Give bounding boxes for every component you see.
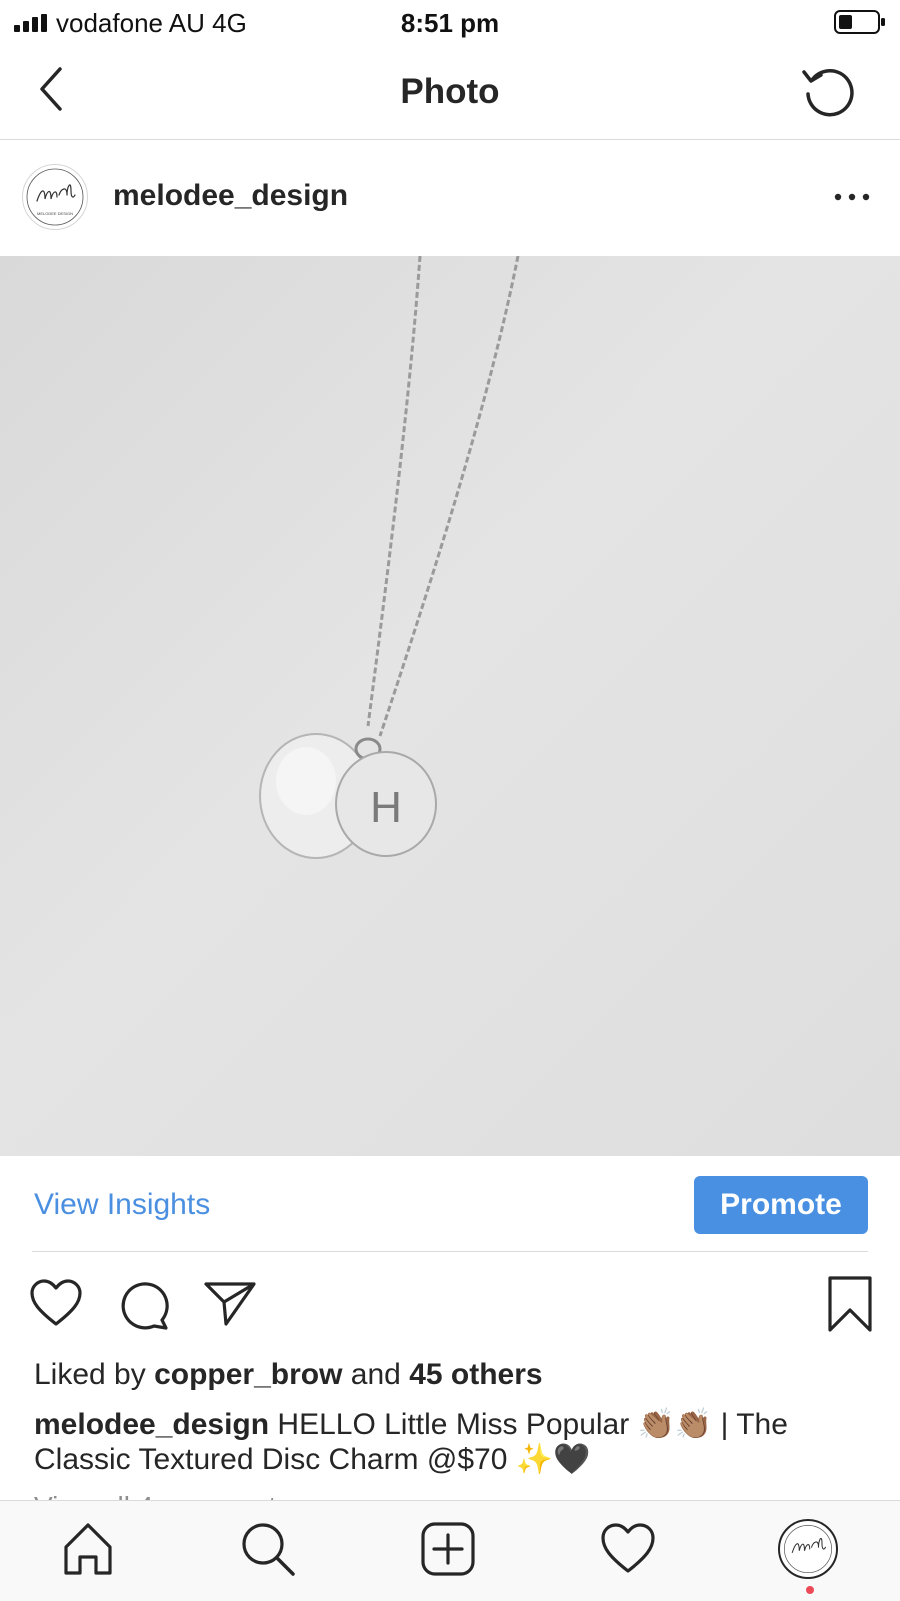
divider [32, 1251, 868, 1252]
likes-prefix: Liked by [34, 1358, 155, 1391]
add-post-icon[interactable] [418, 1519, 478, 1579]
status-bar: vodafone AU 4G 8:51 pm [0, 0, 900, 44]
home-icon[interactable] [58, 1519, 118, 1579]
refresh-icon[interactable] [800, 62, 858, 120]
likes-middle: and [342, 1358, 410, 1391]
svg-text:MELODEE DESIGN: MELODEE DESIGN [37, 211, 73, 216]
send-icon[interactable] [202, 1276, 258, 1332]
comment-icon[interactable] [116, 1276, 172, 1332]
post-username[interactable]: melodee_design [113, 178, 348, 214]
caption-username[interactable]: melodee_design [34, 1408, 269, 1441]
notification-dot [806, 1586, 814, 1594]
tab-bar [0, 1500, 900, 1601]
promote-button[interactable]: Promote [694, 1176, 868, 1234]
brand-logo: MELODEE DESIGN [26, 168, 84, 226]
liker-username[interactable]: copper_brow [154, 1358, 342, 1391]
post-caption: melodee_design HELLO Little Miss Popular… [34, 1407, 874, 1477]
bookmark-icon[interactable] [822, 1276, 878, 1332]
battery-icon [834, 10, 885, 34]
search-icon[interactable] [238, 1519, 298, 1579]
brand-logo-small [784, 1525, 832, 1573]
page-title: Photo [400, 72, 500, 111]
likes-count[interactable]: 45 others [409, 1358, 542, 1391]
likes-text: Liked by copper_brow and 45 others [34, 1357, 543, 1393]
status-time: 8:51 pm [400, 8, 500, 38]
heart-icon[interactable] [28, 1276, 84, 1332]
post-photo[interactable]: H [0, 255, 900, 1156]
view-insights-link[interactable]: View Insights [34, 1188, 210, 1222]
nav-bar: Photo [0, 44, 900, 140]
disc-letter: H [370, 783, 402, 832]
more-icon[interactable] [832, 190, 872, 204]
avatar[interactable]: MELODEE DESIGN [22, 164, 88, 230]
necklace-image: H [259, 255, 520, 859]
activity-heart-icon[interactable] [598, 1519, 658, 1579]
profile-avatar-icon[interactable] [778, 1519, 838, 1579]
